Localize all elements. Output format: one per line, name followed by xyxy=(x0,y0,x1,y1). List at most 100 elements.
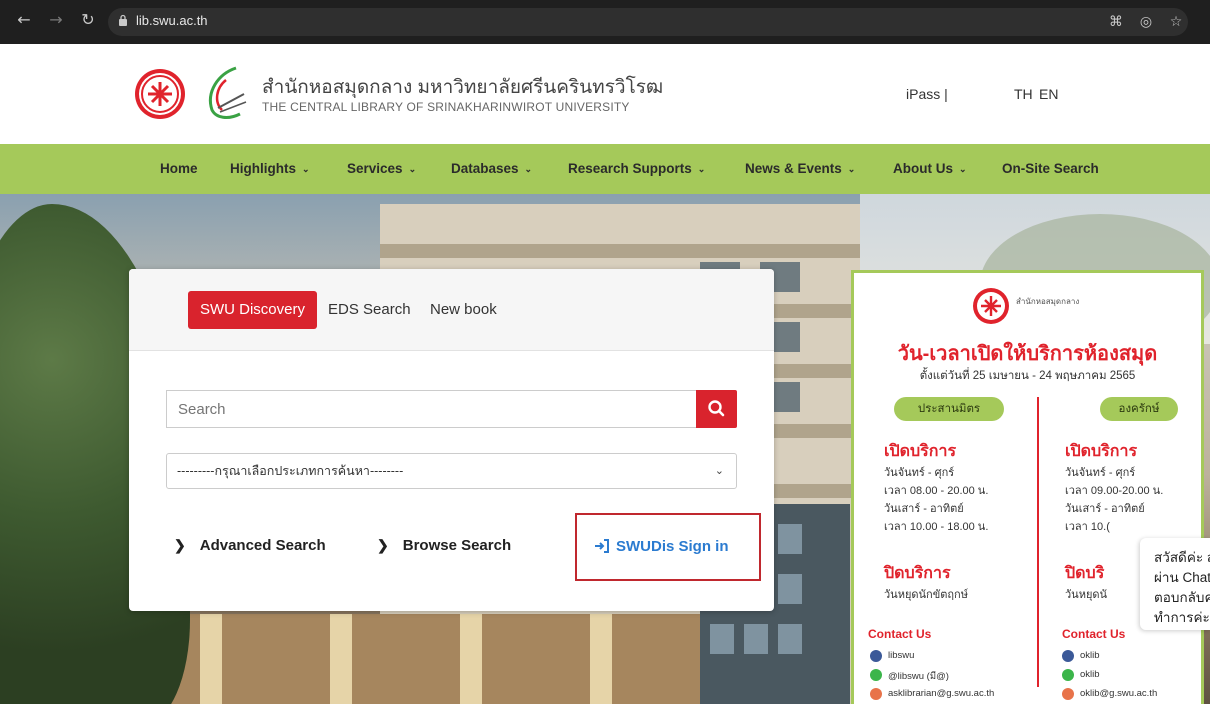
nav-label: Research Supports xyxy=(568,161,692,176)
chat-line: ผ่าน Chat ร xyxy=(1154,570,1210,585)
right-contact-line: oklib xyxy=(1080,669,1100,680)
eye-off-icon[interactable]: ◎ xyxy=(1138,14,1154,30)
right-hours-line: เวลา 09.00-20.00 น. xyxy=(1065,485,1164,497)
left-contact-line: @libswu (มี@) xyxy=(888,671,949,682)
address-bar[interactable]: lib.swu.ac.th ⌘ ◎ ☆ xyxy=(108,8,1188,36)
chevron-down-icon: ⌄ xyxy=(302,164,310,174)
left-contact-email: asklibrarian@g.swu.ac.th xyxy=(888,688,995,699)
right-open-heading: เปิดบริการ xyxy=(1065,443,1138,460)
poster-title: วัน-เวลาเปิดให้บริการห้องสมุด xyxy=(897,343,1158,365)
glass-pane xyxy=(778,524,802,554)
campus-pill-prasarnmit: ประสานมิตร xyxy=(894,397,1004,421)
browser-toolbar: ← → ↻ lib.swu.ac.th ⌘ ◎ ☆ xyxy=(0,0,1210,44)
main-navigation: Home Highlights ⌄ Services ⌄ Databases ⌄ Re… xyxy=(0,144,1210,194)
search-tabs: SWU Discovery EDS Search New book xyxy=(129,269,774,351)
building-floor xyxy=(380,244,860,258)
library-name-thai: สำนักหอสมุดกลาง มหาวิทยาลัยศรีนครินทรวิโ… xyxy=(262,77,664,98)
chevron-down-icon: ⌄ xyxy=(524,164,533,174)
search-icon xyxy=(708,400,725,417)
right-contact-facebook: oklib xyxy=(1080,650,1100,661)
hero-colonnade xyxy=(140,614,700,704)
left-contact-facebook: libswu xyxy=(888,650,915,661)
column xyxy=(330,614,352,704)
nav-item-news-events[interactable]: News & Events ⌄ xyxy=(745,161,855,176)
sign-in-icon xyxy=(595,539,609,553)
nav-label: Highlights xyxy=(230,161,296,176)
facebook-icon xyxy=(1062,650,1074,662)
column xyxy=(590,614,612,704)
nav-label: Home xyxy=(160,161,198,176)
university-seal-logo[interactable] xyxy=(134,68,186,120)
translate-icon[interactable]: ⌘ xyxy=(1108,14,1124,30)
email-icon xyxy=(1062,688,1074,700)
nav-item-research-supports[interactable]: Research Supports ⌄ xyxy=(568,161,705,176)
nav-item-services[interactable]: Services ⌄ xyxy=(347,161,416,176)
signin-highlight-box: SWUDis Sign in xyxy=(575,513,761,581)
opening-hours-poster[interactable]: สำนักหอสมุดกลาง วัน-เวลาเปิดให้บริการห้อ… xyxy=(851,270,1204,704)
lang-th-link[interactable]: TH xyxy=(1014,86,1033,102)
poster-subtitle: ตั้งแต่วันที่ 25 เมษายน - 24 พฤษภาคม 256… xyxy=(919,370,1136,382)
glass-pane xyxy=(778,574,802,604)
browse-search-label: Browse Search xyxy=(402,537,512,554)
right-contact-email: oklib@g.swu.ac.th xyxy=(1080,688,1158,699)
reload-icon[interactable]: ↻ xyxy=(78,10,98,30)
forward-icon[interactable]: → xyxy=(46,10,66,30)
url-text: lib.swu.ac.th xyxy=(136,13,208,28)
lock-icon xyxy=(119,14,127,26)
nav-item-highlights[interactable]: Highlights ⌄ xyxy=(230,161,310,176)
library-name-english: THE CENTRAL LIBRARY OF SRINAKHARINWIROT … xyxy=(262,100,630,114)
chevron-down-icon: ⌄ xyxy=(959,164,967,174)
search-type-select[interactable]: ---------กรุณาเลือกประเภทการค้นหา-------… xyxy=(166,453,737,489)
chevron-down-icon: ⌄ xyxy=(408,164,417,174)
chat-line: ทำการค่ะ xyxy=(1154,610,1210,625)
glass-pane xyxy=(710,624,734,654)
search-panel: SWU Discovery EDS Search New book ------… xyxy=(129,269,774,611)
ipass-link[interactable]: iPass | xyxy=(906,86,948,102)
nav-label: Services xyxy=(347,161,403,176)
left-closed-heading: ปิดบริการ xyxy=(884,565,951,582)
nav-item-about-us[interactable]: About Us ⌄ xyxy=(893,161,967,176)
tab-new-book[interactable]: New book xyxy=(430,291,497,329)
tab-eds-search[interactable]: EDS Search xyxy=(328,291,411,329)
glass-pane xyxy=(744,624,768,654)
browse-search-link[interactable]: ❯ Browse Search xyxy=(377,537,511,554)
nav-item-on-site-search[interactable]: On-Site Search xyxy=(1002,161,1099,176)
left-hours-line: วันเสาร์ - อาทิตย์ xyxy=(884,503,964,515)
swudis-signin-link[interactable]: SWUDis Sign in xyxy=(594,538,729,555)
glass-pane xyxy=(778,624,802,654)
right-hours-line: วันเสาร์ - อาทิตย์ xyxy=(1065,503,1145,515)
search-type-selected: ---------กรุณาเลือกประเภทการค้นหา-------… xyxy=(177,464,404,478)
back-icon[interactable]: ← xyxy=(14,10,34,30)
star-icon[interactable]: ☆ xyxy=(1168,14,1184,30)
email-icon xyxy=(870,688,882,700)
chat-popup[interactable]: สวัสดีค่ะ สอ ผ่าน Chat ร ตอบกลับคุณ ทำกา… xyxy=(1140,538,1210,630)
nav-label: News & Events xyxy=(745,161,842,176)
right-hours-line: เวลา 10.( xyxy=(1065,521,1110,533)
nav-item-databases[interactable]: Databases ⌄ xyxy=(451,161,532,176)
line-icon xyxy=(870,669,882,681)
search-input[interactable] xyxy=(166,390,696,428)
chevron-right-icon: ❯ xyxy=(174,537,186,553)
nav-item-home[interactable]: Home xyxy=(160,161,198,176)
signin-label: SWUDis Sign in xyxy=(616,538,729,555)
line-icon xyxy=(1062,669,1074,681)
nav-label: Databases xyxy=(451,161,519,176)
campus-pill-ongkharak: องครักษ์ xyxy=(1100,397,1178,421)
tab-swu-discovery[interactable]: SWU Discovery xyxy=(188,291,317,329)
search-button[interactable] xyxy=(696,390,737,428)
chevron-down-icon: ⌄ xyxy=(697,164,706,174)
lang-en-link[interactable]: EN xyxy=(1039,86,1058,102)
right-closed-line: วันหยุดนั xyxy=(1065,589,1108,601)
left-hours-line: วันจันทร์ - ศุกร์ xyxy=(884,467,955,479)
right-hours-line: วันจันทร์ - ศุกร์ xyxy=(1065,467,1136,479)
left-hours-line: เวลา 10.00 - 18.00 น. xyxy=(884,521,989,533)
left-hours-line: เวลา 08.00 - 20.00 น. xyxy=(884,485,989,497)
advanced-search-link[interactable]: ❯ Advanced Search xyxy=(174,537,326,554)
facebook-icon xyxy=(870,650,882,662)
nav-label: On-Site Search xyxy=(1002,161,1099,176)
chat-line: สวัสดีค่ะ สอ xyxy=(1154,550,1210,565)
column xyxy=(460,614,482,704)
library-logo[interactable] xyxy=(196,64,248,122)
chevron-down-icon: ⌄ xyxy=(847,164,856,174)
chevron-right-icon: ❯ xyxy=(377,537,389,553)
